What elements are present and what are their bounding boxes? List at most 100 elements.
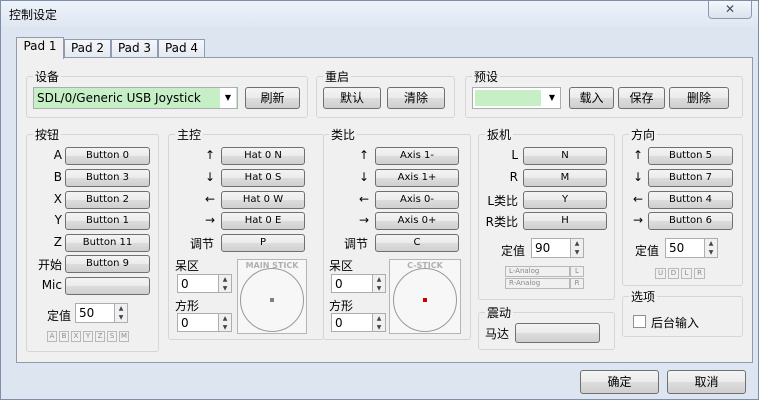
- button-threshold-spinner[interactable]: ▲ ▼: [115, 303, 128, 323]
- tab-pad-1[interactable]: Pad 1: [16, 37, 64, 59]
- main-stick-deadzone-spinner[interactable]: ▲ ▼: [219, 274, 232, 293]
- button-y-label: Y: [54, 213, 62, 227]
- button-mic-binding[interactable]: [65, 277, 150, 295]
- arrow-down-icon: ↓: [633, 170, 644, 184]
- main-stick-left-binding[interactable]: Hat 0 W: [221, 191, 305, 209]
- default-button[interactable]: 默认: [323, 87, 381, 109]
- trigger-r-label: R: [509, 170, 518, 184]
- button-b-binding[interactable]: Button 3: [65, 169, 150, 187]
- button-z-label: Z: [53, 235, 62, 249]
- clear-button[interactable]: 清除: [387, 87, 445, 109]
- c-stick-group: 类比 ↑ Axis 1- ↓ Axis 1+ ← Axis 0- → Axis …: [323, 126, 471, 340]
- dpad-threshold-input[interactable]: 50: [665, 238, 705, 258]
- main-stick-deadzone-input[interactable]: 0: [177, 274, 219, 293]
- trigger-l-binding[interactable]: N: [523, 147, 607, 165]
- main-stick-down-binding[interactable]: Hat 0 S: [221, 169, 305, 187]
- arrow-up-icon: ↑: [633, 148, 644, 162]
- button-y-binding[interactable]: Button 1: [65, 212, 150, 230]
- c-stick-square-input[interactable]: 0: [331, 313, 373, 332]
- window-title: 控制设定: [9, 8, 58, 22]
- tab-pad-3[interactable]: Pad 3: [111, 39, 158, 58]
- main-stick-modifier-binding[interactable]: P: [221, 234, 305, 252]
- main-stick-square-input[interactable]: 0: [177, 313, 219, 332]
- cancel-button[interactable]: 取消: [667, 370, 746, 394]
- c-stick-left-binding[interactable]: Axis 0-: [375, 191, 459, 209]
- device-select[interactable]: SDL/0/Generic USB Joystick ▼: [33, 87, 238, 109]
- background-input-label[interactable]: 后台输入: [651, 314, 699, 331]
- refresh-button[interactable]: 刷新: [245, 87, 300, 109]
- ok-button[interactable]: 确定: [580, 370, 659, 394]
- device-group: 设备 SDL/0/Generic USB Joystick ▼ 刷新: [26, 68, 308, 118]
- dpad-threshold-spinner[interactable]: ▲ ▼: [705, 238, 718, 258]
- spin-down-icon: ▼: [222, 323, 228, 331]
- indicator-r: R: [694, 268, 705, 279]
- load-preset-button[interactable]: 载入: [569, 87, 614, 109]
- spin-down-icon: ▼: [376, 323, 382, 331]
- main-stick-preview: MAIN STICK: [237, 259, 307, 334]
- button-start-label: 开始: [37, 258, 62, 272]
- r-analog-indicator: R-Analog: [505, 278, 570, 289]
- button-z-binding[interactable]: Button 11: [65, 234, 150, 252]
- c-stick-right-binding[interactable]: Axis 0+: [375, 212, 459, 230]
- button-threshold-input[interactable]: 50: [75, 303, 115, 323]
- delete-preset-button[interactable]: 删除: [669, 87, 729, 109]
- c-stick-modifier-label: 调节: [344, 237, 369, 251]
- main-stick-right-binding[interactable]: Hat 0 E: [221, 212, 305, 230]
- motor-binding[interactable]: [515, 323, 600, 343]
- arrow-left-icon: ←: [359, 192, 370, 206]
- restart-group: 重启 默认 清除: [316, 68, 455, 118]
- dpad-left-binding[interactable]: Button 4: [648, 191, 733, 209]
- c-stick-preview: C-STICK: [389, 259, 461, 334]
- main-stick-square-spinner[interactable]: ▲ ▼: [219, 313, 232, 332]
- trigger-r-analog-binding[interactable]: H: [523, 212, 607, 230]
- c-stick-square-spinner[interactable]: ▲ ▼: [373, 313, 386, 332]
- indicator-a: A: [47, 331, 57, 342]
- rumble-group: 震动 马达: [478, 304, 615, 350]
- button-x-binding[interactable]: Button 2: [65, 191, 150, 209]
- rumble-group-label: 震动: [485, 304, 514, 321]
- c-stick-group-label: 类比: [329, 126, 358, 143]
- indicator-d: D: [668, 268, 679, 279]
- close-button[interactable]: ✕: [708, 1, 752, 19]
- spin-up-icon: ▲: [118, 305, 124, 312]
- background-input-checkbox[interactable]: [633, 315, 646, 328]
- button-start-binding[interactable]: Button 9: [65, 255, 150, 273]
- c-stick-deadzone-spinner[interactable]: ▲ ▼: [373, 274, 386, 293]
- tab-pad-2[interactable]: Pad 2: [64, 39, 111, 58]
- title-bar: 控制设定 ✕: [1, 1, 758, 27]
- trigger-r-binding[interactable]: M: [523, 169, 607, 187]
- button-a-binding[interactable]: Button 0: [65, 147, 150, 165]
- spin-up-icon: ▲: [376, 315, 382, 322]
- c-stick-deadzone-label: 呆区: [329, 259, 354, 273]
- arrow-right-icon: →: [633, 213, 644, 227]
- c-stick-deadzone-input[interactable]: 0: [331, 274, 373, 293]
- arrow-down-icon: ↓: [359, 170, 370, 184]
- preset-select[interactable]: ▼: [472, 87, 561, 109]
- pad-settings-panel: 设备 SDL/0/Generic USB Joystick ▼ 刷新 重启 默认…: [16, 57, 753, 363]
- dpad-down-binding[interactable]: Button 7: [648, 169, 733, 187]
- button-b-label: B: [53, 170, 62, 184]
- button-x-label: X: [53, 192, 62, 206]
- c-stick-position-dot: [423, 298, 427, 302]
- trigger-threshold-input[interactable]: 90: [531, 238, 571, 258]
- c-stick-modifier-binding[interactable]: C: [375, 234, 459, 252]
- dpad-up-binding[interactable]: Button 5: [648, 147, 733, 165]
- tab-pad-4[interactable]: Pad 4: [158, 39, 205, 58]
- chevron-down-icon: ▼: [548, 93, 556, 102]
- close-icon: ✕: [724, 2, 736, 16]
- trigger-l-analog-binding[interactable]: Y: [523, 191, 607, 209]
- spin-up-icon: ▲: [222, 276, 228, 283]
- indicator-m: M: [119, 331, 129, 342]
- dpad-right-binding[interactable]: Button 6: [648, 212, 733, 230]
- arrow-right-icon: →: [359, 213, 370, 227]
- save-preset-button[interactable]: 保存: [618, 87, 665, 109]
- spin-up-icon: ▲: [574, 240, 580, 247]
- c-stick-down-binding[interactable]: Axis 1+: [375, 169, 459, 187]
- main-stick-up-binding[interactable]: Hat 0 N: [221, 147, 305, 165]
- dpad-threshold-label: 定值: [635, 244, 660, 258]
- c-stick-up-binding[interactable]: Axis 1-: [375, 147, 459, 165]
- trigger-threshold-spinner[interactable]: ▲ ▼: [571, 238, 584, 258]
- arrow-up-icon: ↑: [205, 148, 216, 162]
- triggers-group: 扳机 L N R M L类比 Y R类比 H 定值 90 ▲ ▼ L-Analog…: [478, 126, 615, 300]
- main-stick-group: 主控 ↑ Hat 0 N ↓ Hat 0 S ← Hat 0 W → Hat 0…: [168, 126, 324, 340]
